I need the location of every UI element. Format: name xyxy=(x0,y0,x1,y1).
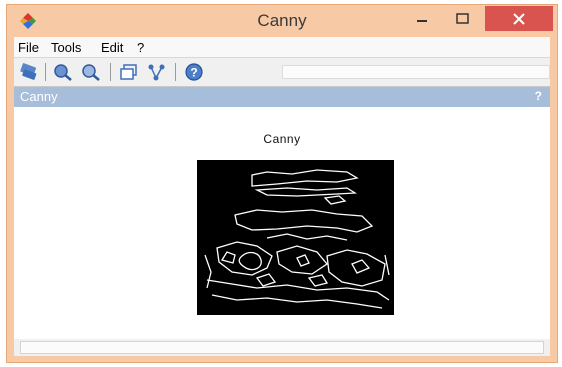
status-bar xyxy=(14,339,550,356)
toolbar-track xyxy=(282,65,550,79)
zoom-out-icon[interactable] xyxy=(80,62,102,82)
toolbar-separator xyxy=(110,63,111,81)
graph-icon[interactable] xyxy=(146,62,168,82)
menu-tools[interactable]: Tools xyxy=(51,40,81,55)
help-icon[interactable]: ? xyxy=(183,62,205,82)
status-field xyxy=(20,341,544,354)
title-bar[interactable]: Canny xyxy=(7,5,557,37)
panel-title: Canny xyxy=(20,89,58,104)
window-icon[interactable] xyxy=(118,62,140,82)
app-window: Canny File Tools Edit ? ? Canny ? Canny xyxy=(6,4,558,363)
toolbar-separator xyxy=(175,63,176,81)
menu-file[interactable]: File xyxy=(18,40,39,55)
menu-edit[interactable]: Edit xyxy=(101,40,123,55)
menu-bar: File Tools Edit ? xyxy=(14,37,550,58)
maximize-icon[interactable] xyxy=(449,7,475,31)
panel-help-button[interactable]: ? xyxy=(535,89,542,103)
menu-help[interactable]: ? xyxy=(137,40,144,55)
toolbar-separator xyxy=(45,63,46,81)
close-button[interactable] xyxy=(485,6,553,31)
image-title: Canny xyxy=(263,132,301,146)
client-area: File Tools Edit ? ? Canny ? Canny xyxy=(14,37,550,356)
minimize-icon[interactable] xyxy=(409,7,435,31)
close-icon xyxy=(513,13,525,25)
zoom-in-icon[interactable] xyxy=(52,62,74,82)
toolbar: ? xyxy=(14,58,550,87)
canny-edge-image xyxy=(197,160,394,315)
svg-text:?: ? xyxy=(190,66,197,80)
image-view: Canny xyxy=(14,107,550,339)
panel-header: Canny ? xyxy=(14,87,550,107)
save-icon[interactable] xyxy=(18,62,40,82)
